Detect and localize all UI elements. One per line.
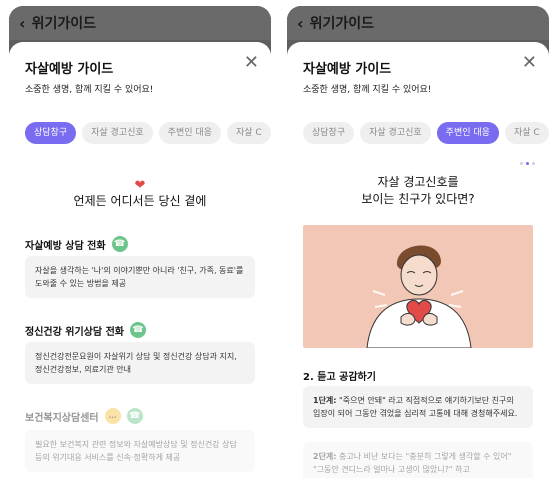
step-text: 충고나 비난 보다는 "충분히 그렇게 생각할 수 있어" "그동안 견디느라 … [313,452,512,474]
sheet-subtitle: 소중한 생명, 함께 지킬 수 있어요! [303,85,432,95]
tab-more[interactable]: 자살 C [504,122,549,144]
hero-text: 언제든 어디서든 당신 곁에 [73,194,207,208]
tab-bar: 상담창구 자살 경고신호 주변인 대응 자살 C [25,122,271,144]
headline: 자살 경고신호를 보이는 친구가 있다면? [287,174,549,208]
tab-warning-signs[interactable]: 자살 경고신호 [82,122,153,144]
topbar: ‹ 위기가이드 [9,6,271,40]
topbar-title: 위기가이드 [31,16,96,32]
chat-icon[interactable]: … [104,408,121,424]
sheet-subtitle: 소중한 생명, 함께 지킬 수 있어요! [25,85,154,95]
heart-icon: ❤ [134,178,146,193]
tab-bystander[interactable]: 주변인 대응 [436,122,499,144]
phone-icon[interactable]: ☎ [111,236,128,252]
page-dot-active [526,162,529,165]
tab-counsel[interactable]: 상담창구 [303,122,355,144]
step-card-2: 2단계: 충고나 비난 보다는 "충분히 그렇게 생각할 수 있어" "그동안 … [303,442,533,478]
back-icon[interactable]: ‹ [19,14,26,33]
page-indicator [520,162,535,165]
topbar-title: 위기가이드 [309,16,374,32]
step-label: 1단계: [313,396,337,405]
sheet-title: 자살예방 가이드 [303,62,392,77]
sheet-title: 자살예방 가이드 [25,62,114,77]
section-desc: 정신건강전문요원이 자살위기 상담 및 정신건강 상담과 지지, 정신건강정보,… [35,352,237,374]
tab-warning-signs[interactable]: 자살 경고신호 [360,122,431,144]
tab-bystander[interactable]: 주변인 대응 [158,122,221,144]
left-screen: ‹ 위기가이드 자살예방 가이드 소중한 생명, 함께 지킬 수 있어요! ✕ … [9,6,271,478]
page-dot [532,162,535,165]
step-label: 2단계: [313,452,337,461]
step-card-1: 1단계: "죽으면 안돼" 라고 직접적으로 얘기하기보단 친구의 입장이 되어… [303,386,533,428]
section-title-text: 보건복지상담센터 [25,412,99,424]
phone-icon[interactable]: ☎ [129,322,146,338]
close-icon[interactable]: ✕ [522,52,537,73]
topbar: ‹ 위기가이드 [287,6,549,40]
tab-more[interactable]: 자살 C [226,122,271,144]
section-title-text: 자살예방 상담 전화 [25,240,106,252]
section-title-3: 보건복지상담센터 … ☎ [25,408,143,424]
tab-counsel[interactable]: 상담창구 [25,122,77,144]
phone-icon[interactable]: ☎ [126,408,143,424]
page-dot [520,162,523,165]
illustration [303,225,533,348]
step-title: 2. 듣고 공감하기 [303,372,376,383]
section-card-1: 자살을 생각하는 '나'의 이야기뿐만 아니라 '친구, 가족, 동료'를 도와… [25,256,255,298]
close-icon[interactable]: ✕ [244,52,259,73]
section-desc: 자살을 생각하는 '나'의 이야기뿐만 아니라 '친구, 가족, 동료'를 도와… [35,266,244,288]
section-card-3: 필요한 보건복지 관련 정보와 자살예방상담 및 정신건강 상담 등의 위기대응… [25,430,255,472]
section-card-2: 정신건강전문요원이 자살위기 상담 및 정신건강 상담과 지지, 정신건강정보,… [25,342,255,384]
section-title-1: 자살예방 상담 전화 ☎ [25,236,128,252]
section-desc: 필요한 보건복지 관련 정보와 자살예방상담 및 정신건강 상담 등의 위기대응… [35,440,237,462]
headline-line-2: 보이는 친구가 있다면? [361,192,475,206]
bottom-sheet: 자살예방 가이드 소중한 생명, 함께 지킬 수 있어요! ✕ 상담창구 자살 … [9,42,271,478]
section-title-2: 정신건강 위기상담 전화 ☎ [25,322,146,338]
headline-line-1: 자살 경고신호를 [377,175,459,189]
step-text: "죽으면 안돼" 라고 직접적으로 얘기하기보단 친구의 입장이 되어 그동안 … [313,396,518,418]
bottom-sheet: 자살예방 가이드 소중한 생명, 함께 지킬 수 있어요! ✕ 상담창구 자살 … [287,42,549,478]
right-screen: ‹ 위기가이드 자살예방 가이드 소중한 생명, 함께 지킬 수 있어요! ✕ … [287,6,549,478]
back-icon[interactable]: ‹ [297,14,304,33]
tab-bar: 상담창구 자살 경고신호 주변인 대응 자살 C [303,122,549,144]
section-title-text: 정신건강 위기상담 전화 [25,326,124,338]
